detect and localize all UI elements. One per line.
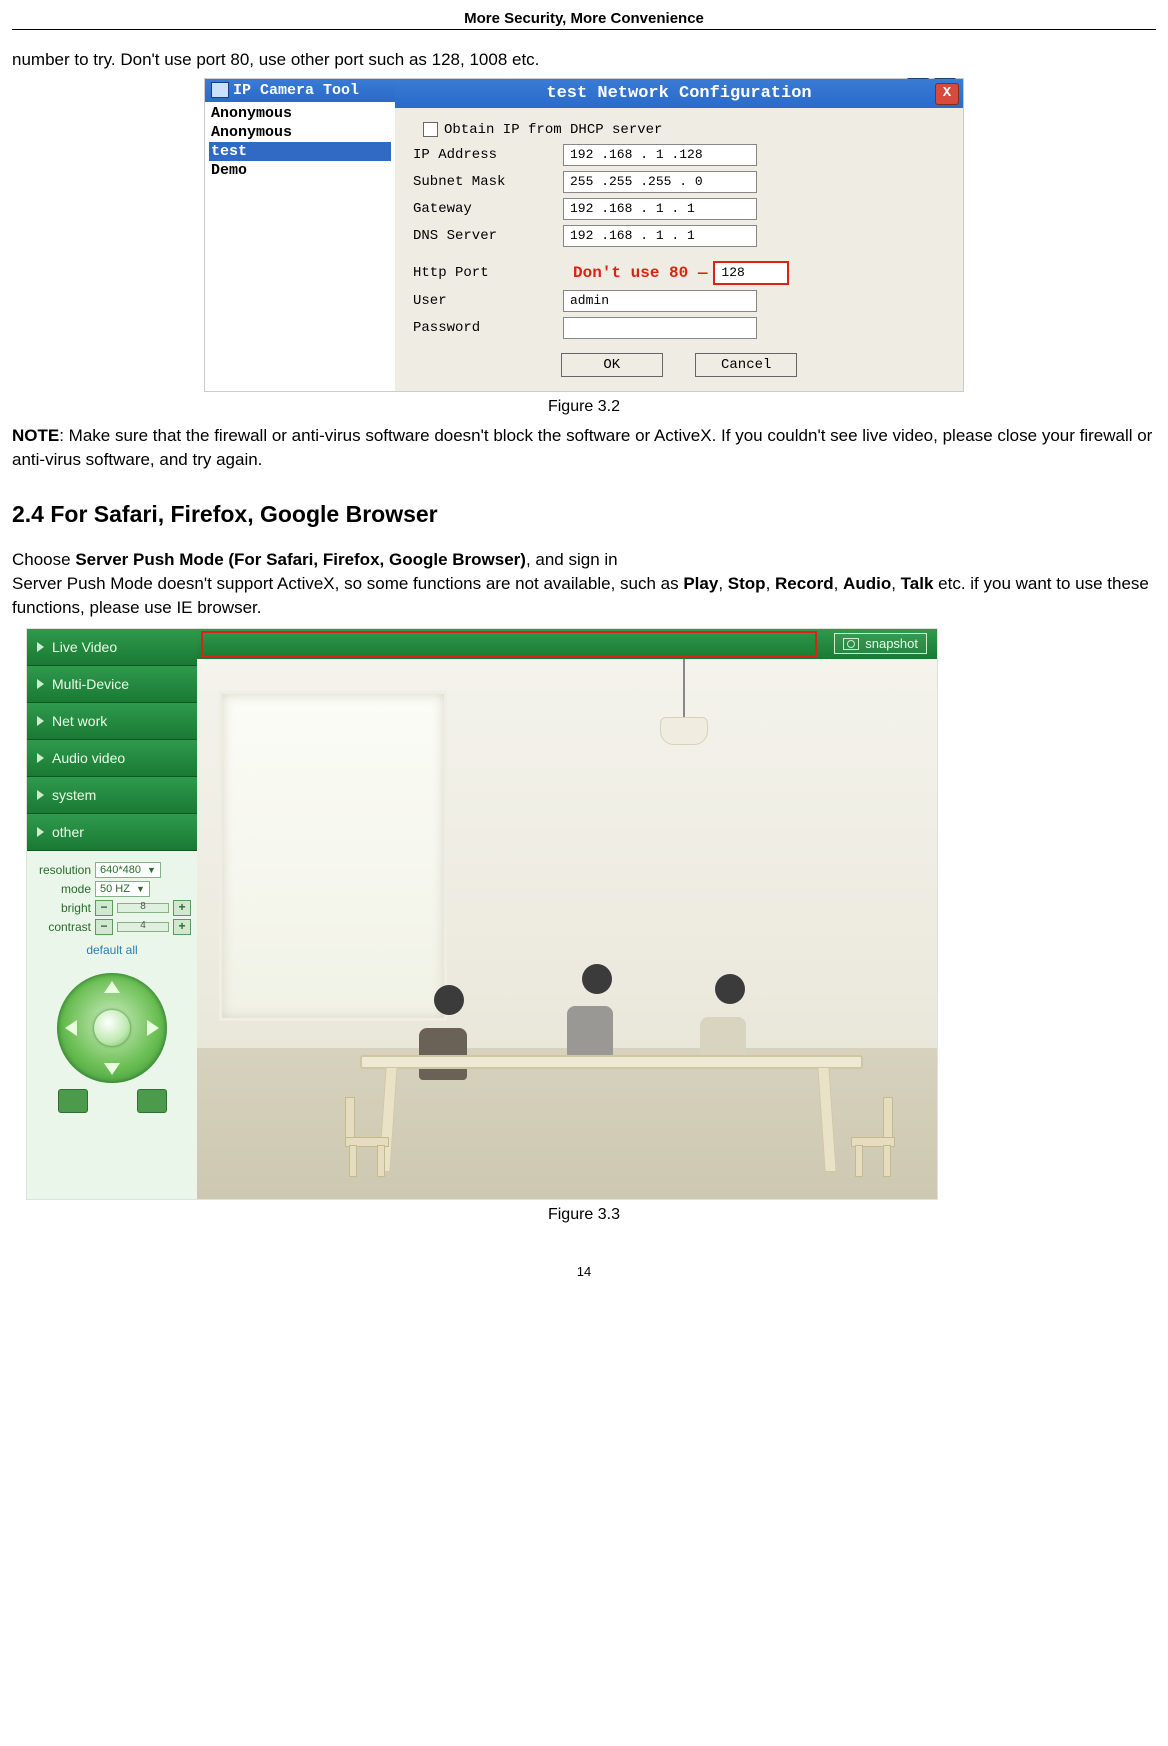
nav-other[interactable]: other xyxy=(27,814,197,851)
password-field[interactable] xyxy=(563,317,757,339)
ptz-center[interactable] xyxy=(94,1010,130,1046)
bright-minus[interactable]: − xyxy=(95,900,113,916)
resolution-label: resolution xyxy=(33,863,91,877)
aux-button-1[interactable] xyxy=(58,1089,88,1113)
section-heading: 2.4 For Safari, Firefox, Google Browser xyxy=(12,501,1156,528)
contrast-minus[interactable]: − xyxy=(95,919,113,935)
nav-label: system xyxy=(52,787,96,803)
password-label: Password xyxy=(413,320,563,336)
ok-button[interactable]: OK xyxy=(561,353,663,377)
video-topbar: snapshot xyxy=(197,629,937,659)
camera-list-item[interactable]: Demo xyxy=(209,161,391,180)
camera-icon xyxy=(843,638,859,650)
chevron-down-icon: ▼ xyxy=(147,865,156,875)
triangle-icon xyxy=(37,790,44,800)
nav-audio-video[interactable]: Audio video xyxy=(27,740,197,777)
camera-list-item[interactable]: Anonymous xyxy=(209,104,391,123)
note-text: : Make sure that the firewall or anti-vi… xyxy=(12,426,1152,469)
figure-3-2: IP Camera Tool Anonymous Anonymous test … xyxy=(204,78,964,392)
figure-3-2-caption: Figure 3.2 xyxy=(12,398,1156,416)
gateway-field[interactable]: 192 .168 . 1 . 1 xyxy=(563,198,757,220)
user-label: User xyxy=(413,293,563,309)
bright-label: bright xyxy=(33,901,91,915)
note-paragraph: NOTE: Make sure that the firewall or ant… xyxy=(12,424,1156,472)
dhcp-checkbox[interactable] xyxy=(423,122,438,137)
left-nav-panel: Live Video Multi-Device Net work Audio v… xyxy=(27,629,197,1199)
dhcp-label: Obtain IP from DHCP server xyxy=(444,122,662,138)
snapshot-label: snapshot xyxy=(865,636,918,651)
nav-label: Audio video xyxy=(52,750,125,766)
figure-3-3-caption: Figure 3.3 xyxy=(12,1206,1156,1224)
triangle-icon xyxy=(37,753,44,763)
bright-plus[interactable]: + xyxy=(173,900,191,916)
figure-3-3: Live Video Multi-Device Net work Audio v… xyxy=(26,628,938,1200)
ip-camera-tool-titlebar: IP Camera Tool xyxy=(205,79,395,102)
snapshot-button[interactable]: snapshot xyxy=(834,633,927,654)
nav-label: Multi-Device xyxy=(52,676,129,692)
page-number: 14 xyxy=(12,1264,1156,1279)
nav-label: Live Video xyxy=(52,639,117,655)
port-field[interactable]: 128 xyxy=(713,261,789,285)
video-placeholder xyxy=(197,659,937,1199)
nav-multi-device[interactable]: Multi-Device xyxy=(27,666,197,703)
chevron-down-icon: ▼ xyxy=(136,884,145,894)
ip-label: IP Address xyxy=(413,147,563,163)
nav-label: other xyxy=(52,824,84,840)
nav-system[interactable]: system xyxy=(27,777,197,814)
gateway-label: Gateway xyxy=(413,201,563,217)
server-push-paragraph: Choose Server Push Mode (For Safari, Fir… xyxy=(12,548,1156,619)
ptz-down[interactable] xyxy=(104,1063,120,1075)
ip-camera-tool-title: IP Camera Tool xyxy=(233,82,359,99)
triangle-icon xyxy=(37,827,44,837)
camera-list[interactable]: Anonymous Anonymous test Demo xyxy=(205,102,395,182)
mask-field[interactable]: 255 .255 .255 . 0 xyxy=(563,171,757,193)
contrast-plus[interactable]: + xyxy=(173,919,191,935)
video-area: snapshot xyxy=(197,629,937,1199)
triangle-icon xyxy=(37,679,44,689)
intro-text: number to try. Don't use port 80, use ot… xyxy=(12,48,1156,72)
resolution-select[interactable]: 640*480▼ xyxy=(95,862,161,878)
dns-label: DNS Server xyxy=(413,228,563,244)
nav-label: Net work xyxy=(52,713,107,729)
camera-list-item[interactable]: Anonymous xyxy=(209,123,391,142)
bright-value: 8 xyxy=(140,901,146,912)
dialog-titlebar: test Network Configuration X xyxy=(395,79,963,108)
ptz-left[interactable] xyxy=(65,1020,77,1036)
mode-select[interactable]: 50 HZ▼ xyxy=(95,881,150,897)
user-field[interactable]: admin xyxy=(563,290,757,312)
close-button[interactable]: X xyxy=(935,83,959,105)
ptz-up[interactable] xyxy=(104,981,120,993)
ip-field[interactable]: 192 .168 . 1 .128 xyxy=(563,144,757,166)
control-panel: resolution 640*480▼ mode 50 HZ▼ bright −… xyxy=(27,851,197,1199)
aux-button-2[interactable] xyxy=(137,1089,167,1113)
triangle-icon xyxy=(37,642,44,652)
dialog-title: test Network Configuration xyxy=(546,84,811,103)
triangle-icon xyxy=(37,716,44,726)
mask-label: Subnet Mask xyxy=(413,174,563,190)
port-label: Http Port xyxy=(413,265,563,281)
highlight-box xyxy=(201,631,817,657)
contrast-slider[interactable]: 4 xyxy=(117,922,169,932)
ptz-right[interactable] xyxy=(147,1020,159,1036)
app-icon xyxy=(211,82,229,98)
contrast-label: contrast xyxy=(33,920,91,934)
note-label: NOTE xyxy=(12,426,59,445)
ptz-control xyxy=(57,973,167,1083)
nav-live-video[interactable]: Live Video xyxy=(27,629,197,666)
port-warning: Don't use 80 — xyxy=(573,264,707,282)
cancel-button[interactable]: Cancel xyxy=(695,353,797,377)
default-all-link[interactable]: default all xyxy=(33,943,191,957)
bright-slider[interactable]: 8 xyxy=(117,903,169,913)
camera-list-item-selected[interactable]: test xyxy=(209,142,391,161)
contrast-value: 4 xyxy=(140,920,146,931)
mode-label: mode xyxy=(33,882,91,896)
page-header: More Security, More Convenience xyxy=(12,10,1156,30)
nav-network[interactable]: Net work xyxy=(27,703,197,740)
dns-field[interactable]: 192 .168 . 1 . 1 xyxy=(563,225,757,247)
